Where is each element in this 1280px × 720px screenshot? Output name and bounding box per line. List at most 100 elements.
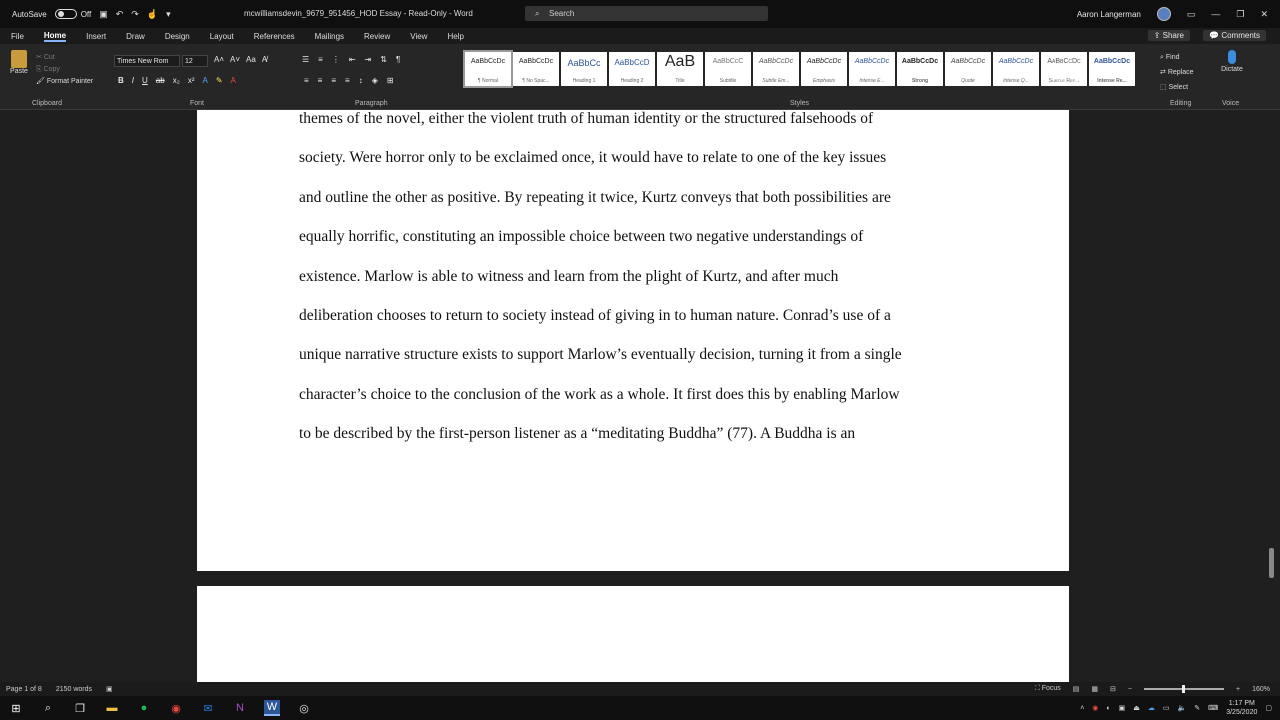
word-icon[interactable]: W [264,700,280,716]
volume-icon[interactable]: 🔈 [1178,704,1187,712]
multilevel-list-icon[interactable]: ⋮ [332,55,340,64]
customize-toolbar-icon[interactable]: ▾ [166,9,171,20]
tab-home[interactable]: Home [43,31,67,42]
zoom-out-icon[interactable]: − [1128,686,1132,693]
tab-mailings[interactable]: Mailings [315,32,344,41]
tab-file[interactable]: File [11,32,24,41]
onenote-icon[interactable]: N [232,700,248,716]
cut-button[interactable]: ✂ Cut [36,52,93,64]
style-intense-quote[interactable]: AaBbCcDc Intense Q... [993,52,1039,86]
maximize-icon[interactable]: ❐ [1236,9,1244,20]
file-explorer-icon[interactable]: ▬ [104,700,120,716]
align-right-icon[interactable]: ≡ [331,76,336,85]
search-icon[interactable]: ⌕ [40,700,56,716]
proofing-icon[interactable]: ▣ [106,685,113,693]
web-layout-icon[interactable]: ⊟ [1110,685,1116,693]
tab-references[interactable]: References [254,32,295,41]
superscript-icon[interactable]: x² [188,76,195,85]
copy-button[interactable]: ⎘ Copy [36,64,93,76]
style-emphasis[interactable]: AaBbCcDc Emphasis [801,52,847,86]
dictate-button[interactable]: Dictate [1216,50,1248,73]
zoom-level[interactable]: 160% [1252,686,1270,693]
subscript-icon[interactable]: x₂ [173,76,180,85]
style-title[interactable]: AaB Title [657,52,703,86]
show-formatting-icon[interactable]: ¶ [396,55,400,64]
align-center-icon[interactable]: ≡ [318,76,323,85]
document-area[interactable]: themes of the novel, either the violent … [0,110,1280,682]
highlight-icon[interactable]: ✎ [216,76,223,85]
find-button[interactable]: ⌕ Find [1160,50,1194,65]
borders-icon[interactable]: ⊞ [387,76,394,85]
select-button[interactable]: ⬚ Select [1160,80,1194,95]
tab-help[interactable]: Help [447,32,463,41]
paste-button[interactable]: Paste [8,50,30,75]
language-icon[interactable]: ⌨ [1208,704,1218,712]
spotify-icon[interactable]: ● [136,700,152,716]
document-page-next[interactable] [197,586,1069,682]
style-no-spacing[interactable]: AaBbCcDc ¶ No Spac... [513,52,559,86]
style-heading-2[interactable]: AaBbCcD Heading 2 [609,52,655,86]
format-painter-button[interactable]: 🖌 Format Painter [36,76,93,88]
tray-app-icon[interactable]: ▣ [1119,704,1126,712]
autosave-toggle[interactable] [54,9,77,19]
save-icon[interactable]: ▣ [99,9,108,20]
document-text[interactable]: themes of the novel, either the violent … [299,110,979,462]
sort-icon[interactable]: ⇅ [380,55,387,64]
increase-indent-icon[interactable]: ⇥ [365,55,372,64]
tab-design[interactable]: Design [165,32,190,41]
share-button[interactable]: ⇪ Share [1147,30,1190,41]
network-icon[interactable]: ▭ [1163,704,1170,712]
notifications-icon[interactable]: ▢ [1265,704,1272,712]
page-count[interactable]: Page 1 of 8 [6,686,42,693]
vertical-scrollbar[interactable] [1269,548,1274,578]
shading-icon[interactable]: ◈ [372,76,378,85]
zoom-in-icon[interactable]: + [1236,686,1240,693]
replace-button[interactable]: ⇄ Replace [1160,65,1194,80]
pen-icon[interactable]: ✎ [1194,704,1200,712]
style-subtle-reference[interactable]: AaBbCcDc Subtle Ref... [1041,52,1087,86]
style-intense-reference[interactable]: AaBbCcDc Intense Re... [1089,52,1135,86]
style-quote[interactable]: AaBbCcDc Quote [945,52,991,86]
style-normal[interactable]: AaBbCcDc ¶ Normal [463,50,513,88]
print-layout-icon[interactable]: ▦ [1091,685,1098,693]
comments-button[interactable]: 💬 Comments [1203,30,1266,41]
style-heading-1[interactable]: AaBbCc Heading 1 [561,52,607,86]
decrease-indent-icon[interactable]: ⇤ [349,55,356,64]
onedrive-icon[interactable]: ☁ [1148,704,1155,712]
font-size-select[interactable]: 12 [182,55,208,67]
word-count[interactable]: 2150 words [56,686,92,693]
style-subtle-emphasis[interactable]: AaBbCcDc Subtle Em... [753,52,799,86]
font-name-select[interactable]: Times New Rom [114,55,180,67]
tab-draw[interactable]: Draw [126,32,145,41]
windows-start-icon[interactable]: ⊞ [8,700,24,716]
chrome-icon[interactable]: ◉ [168,700,184,716]
bold-icon[interactable]: B [118,76,124,85]
obs-icon[interactable]: ◎ [296,700,312,716]
style-intense-emphasis[interactable]: AaBbCcDc Intense E... [849,52,895,86]
task-view-icon[interactable]: ❐ [72,700,88,716]
read-mode-icon[interactable]: ▤ [1073,685,1080,693]
tab-layout[interactable]: Layout [210,32,234,41]
tray-app-icon[interactable]: ◐ [1106,705,1110,712]
tab-review[interactable]: Review [364,32,390,41]
clear-formatting-icon[interactable]: A̸ [262,55,267,64]
line-spacing-icon[interactable]: ↕ [359,76,363,85]
tray-app-icon[interactable]: ◉ [1092,704,1098,712]
search-box[interactable]: ⌕ Search [525,6,768,21]
style-strong[interactable]: AaBbCcDc Strong [897,52,943,86]
style-subtitle[interactable]: AaBbCcC Subtitle [705,52,751,86]
document-page[interactable]: themes of the novel, either the violent … [197,110,1069,571]
redo-icon[interactable]: ↷ [131,9,139,20]
ribbon-display-options-icon[interactable]: ▭ [1187,9,1196,20]
justify-icon[interactable]: ≡ [345,76,350,85]
strikethrough-icon[interactable]: ab [156,76,165,85]
outlook-icon[interactable]: ✉ [200,700,216,716]
text-effects-icon[interactable]: A [202,76,207,85]
numbering-icon[interactable]: ≡ [318,55,323,64]
clock[interactable]: 1:17 PM 3/25/2020 [1226,699,1257,717]
tab-view[interactable]: View [410,32,427,41]
close-icon[interactable]: ✕ [1260,9,1268,20]
touch-mode-icon[interactable]: ☝ [147,9,158,20]
underline-icon[interactable]: U [142,76,148,85]
grow-font-icon[interactable]: A˄ [214,55,224,64]
